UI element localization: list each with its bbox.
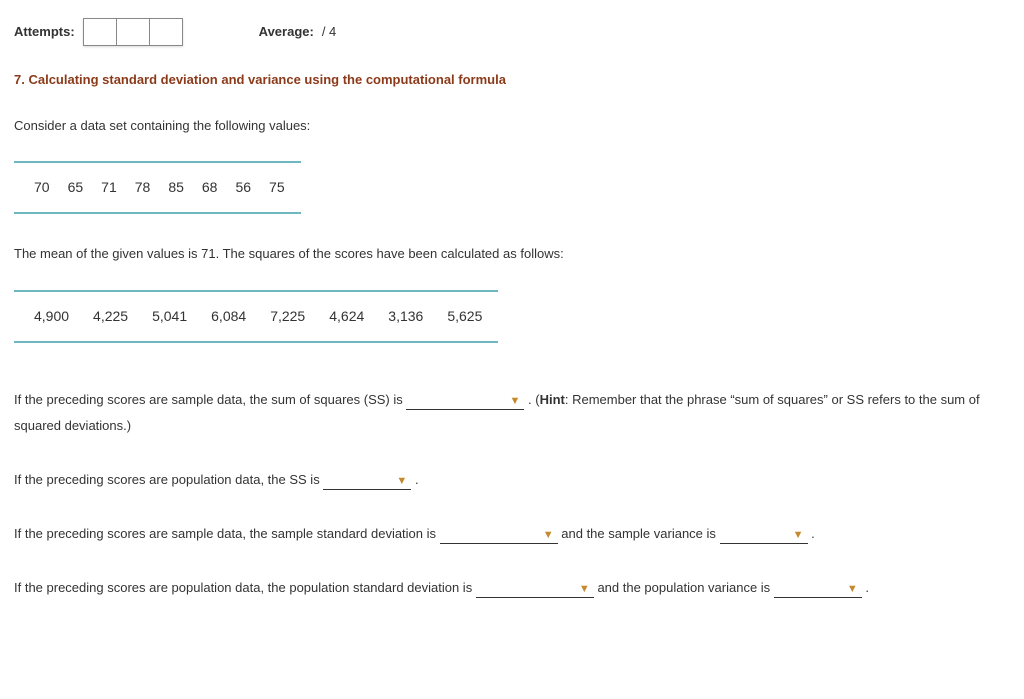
question-title-text: Calculating standard deviation and varia… xyxy=(28,72,505,87)
population-stddev-dropdown[interactable]: ▼ xyxy=(476,581,594,598)
question-line-3: If the preceding scores are sample data,… xyxy=(14,521,1010,547)
sample-stddev-dropdown[interactable]: ▼ xyxy=(440,527,558,544)
q2-post: . xyxy=(415,472,419,487)
q3-pre: If the preceding scores are sample data,… xyxy=(14,526,440,541)
chevron-down-icon: ▼ xyxy=(396,476,407,489)
square-value: 3,136 xyxy=(388,306,423,327)
data-value: 75 xyxy=(269,177,285,198)
data-value: 56 xyxy=(235,177,251,198)
q4-post: . xyxy=(865,580,869,595)
data-value: 65 xyxy=(68,177,84,198)
q1-pre: If the preceding scores are sample data,… xyxy=(14,392,406,407)
ss-sample-dropdown[interactable]: ▼ xyxy=(406,393,524,410)
data-value: 68 xyxy=(202,177,218,198)
chevron-down-icon: ▼ xyxy=(847,584,858,597)
attempt-box-3[interactable] xyxy=(150,19,182,45)
squares-row: 4,900 4,225 5,041 6,084 7,225 4,624 3,13… xyxy=(14,290,498,343)
chevron-down-icon: ▼ xyxy=(509,396,520,409)
q3-mid: and the sample variance is xyxy=(561,526,719,541)
square-value: 6,084 xyxy=(211,306,246,327)
q4-pre: If the preceding scores are population d… xyxy=(14,580,476,595)
square-value: 4,900 xyxy=(34,306,69,327)
data-value: 70 xyxy=(34,177,50,198)
hint-label: Hint xyxy=(540,392,565,407)
square-value: 4,225 xyxy=(93,306,128,327)
header-row: Attempts: Average: / 4 xyxy=(14,18,1010,46)
data-values-row: 70 65 71 78 85 68 56 75 xyxy=(14,161,301,214)
square-value: 5,625 xyxy=(447,306,482,327)
ss-population-dropdown[interactable]: ▼ xyxy=(323,473,411,490)
question-line-1: If the preceding scores are sample data,… xyxy=(14,387,1010,439)
attempts-boxes xyxy=(83,18,183,46)
data-value: 71 xyxy=(101,177,117,198)
square-value: 4,624 xyxy=(329,306,364,327)
mean-text: The mean of the given values is 71. The … xyxy=(14,244,1010,264)
q1-dot: . xyxy=(528,392,532,407)
average-label: Average: xyxy=(259,22,314,42)
chevron-down-icon: ▼ xyxy=(793,530,804,543)
chevron-down-icon: ▼ xyxy=(579,584,590,597)
square-value: 7,225 xyxy=(270,306,305,327)
attempt-box-2[interactable] xyxy=(117,19,150,45)
q4-mid: and the population variance is xyxy=(597,580,773,595)
question-line-2: If the preceding scores are population d… xyxy=(14,467,1010,493)
data-value: 85 xyxy=(168,177,184,198)
question-title: 7. Calculating standard deviation and va… xyxy=(14,70,1010,90)
attempts-label: Attempts: xyxy=(14,22,75,42)
chevron-down-icon: ▼ xyxy=(543,530,554,543)
sample-variance-dropdown[interactable]: ▼ xyxy=(720,527,808,544)
question-line-4: If the preceding scores are population d… xyxy=(14,575,1010,601)
question-number: 7. xyxy=(14,72,25,87)
average-value: / 4 xyxy=(322,22,336,42)
data-value: 78 xyxy=(135,177,151,198)
q2-pre: If the preceding scores are population d… xyxy=(14,472,323,487)
population-variance-dropdown[interactable]: ▼ xyxy=(774,581,862,598)
intro-text: Consider a data set containing the follo… xyxy=(14,116,1010,136)
square-value: 5,041 xyxy=(152,306,187,327)
attempt-box-1[interactable] xyxy=(84,19,117,45)
q3-post: . xyxy=(811,526,815,541)
